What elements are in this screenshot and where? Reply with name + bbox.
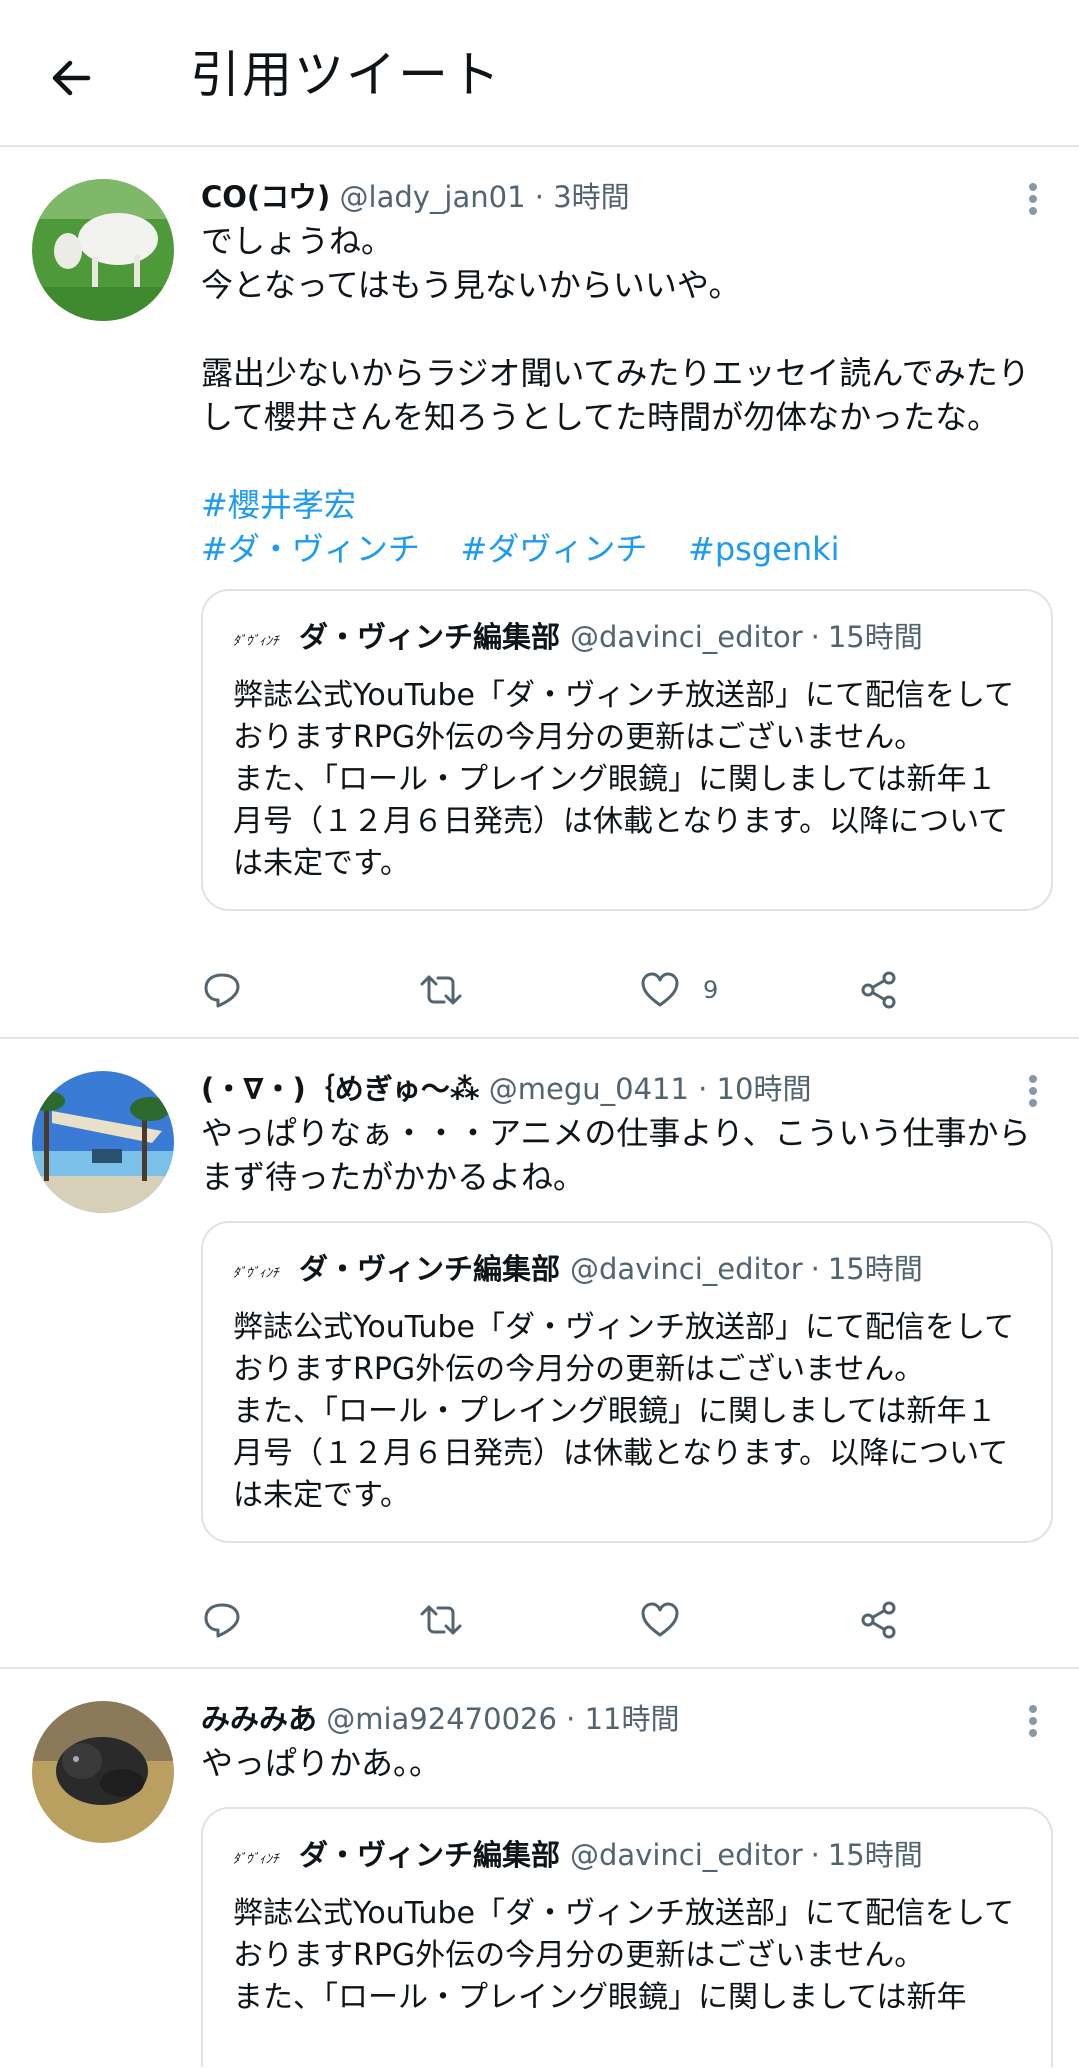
- heart-icon: [641, 1602, 679, 1637]
- quoted-display-name: ダ・ヴィンチ編集部: [299, 1838, 561, 1872]
- tweet-3[interactable]: みみみあ @mia92470026 · 11時間 やっぱりかあ。。 ﾀﾞｳﾞｨﾝ…: [0, 1669, 1079, 2069]
- svg-text:ﾀﾞｳﾞｨﾝﾁ: ﾀﾞｳﾞｨﾝﾁ: [233, 633, 280, 649]
- tweet-2[interactable]: (・∇・)｛めぎゅ〜⁂ @megu_0411 · 10時間 やっぱりなぁ・・・ア…: [0, 1039, 1079, 1669]
- separator-dot: ·: [698, 1072, 708, 1106]
- display-name[interactable]: みみみあ: [201, 1702, 317, 1736]
- quoted-display-name: ダ・ヴィンチ編集部: [299, 1252, 561, 1286]
- retweet-icon: [420, 975, 462, 1005]
- heart-icon: [641, 972, 679, 1007]
- separator-dot: ·: [810, 1252, 820, 1286]
- timestamp[interactable]: 10時間: [717, 1072, 812, 1106]
- tweet-meta: みみみあ @mia92470026 · 11時間: [201, 1699, 1053, 1739]
- handle[interactable]: @mia92470026: [326, 1702, 557, 1736]
- avatar[interactable]: [32, 1701, 174, 1843]
- separator-dot: ·: [810, 1838, 820, 1872]
- tweet-meta: CO(コウ) @lady_jan01 · 3時間: [201, 177, 1053, 217]
- quoted-timestamp: 15時間: [827, 1252, 923, 1286]
- display-name[interactable]: (・∇・)｛めぎゅ〜⁂: [201, 1072, 480, 1106]
- quoted-tweet[interactable]: ﾀﾞｳﾞｨﾝﾁ ダ・ヴィンチ編集部 @davinci_editor · 15時間…: [201, 1807, 1053, 2067]
- timestamp[interactable]: 3時間: [553, 180, 629, 214]
- quoted-meta: ﾀﾞｳﾞｨﾝﾁ ダ・ヴィンチ編集部 @davinci_editor · 15時間: [233, 1835, 1021, 1875]
- handle[interactable]: @lady_jan01: [340, 180, 526, 214]
- quoted-text: 弊誌公式YouTube「ダ・ヴィンチ放送部」にて配信をしておりますRPG外伝の今…: [233, 1310, 1015, 1513]
- more-options-icon[interactable]: [1027, 1075, 1039, 1111]
- top-bar: 引用ツイート: [0, 0, 1079, 147]
- like-button[interactable]: 9: [639, 967, 718, 1013]
- reply-button[interactable]: [201, 967, 243, 1013]
- separator-dot: ·: [566, 1702, 576, 1736]
- quoted-handle: @davinci_editor: [570, 1252, 803, 1286]
- davinci-logo-icon: ﾀﾞｳﾞｨﾝﾁ: [233, 1841, 289, 1869]
- share-icon: [861, 1601, 896, 1639]
- handle[interactable]: @megu_0411: [489, 1072, 689, 1106]
- hashtags: #櫻井孝宏 #ダ・ヴィンチ #ダヴィンチ #psgenki: [201, 483, 1053, 571]
- like-count: 9: [703, 976, 719, 1004]
- display-name[interactable]: CO(コウ): [201, 180, 330, 214]
- quoted-timestamp: 15時間: [827, 620, 923, 654]
- back-arrow-icon[interactable]: [44, 50, 100, 106]
- quoted-meta: ﾀﾞｳﾞｨﾝﾁ ダ・ヴィンチ編集部 @davinci_editor · 15時間: [233, 617, 1021, 657]
- hashtag-link[interactable]: #ダ・ヴィンチ: [201, 530, 420, 568]
- like-button[interactable]: [639, 1597, 681, 1643]
- svg-text:ﾀﾞｳﾞｨﾝﾁ: ﾀﾞｳﾞｨﾝﾁ: [233, 1851, 280, 1867]
- share-icon: [861, 971, 896, 1009]
- reply-icon: [204, 1603, 240, 1638]
- tweet-actions: [201, 1597, 921, 1643]
- quoted-handle: @davinci_editor: [570, 1838, 803, 1872]
- share-button[interactable]: [858, 967, 900, 1013]
- hashtag-link[interactable]: #ダヴィンチ: [461, 530, 648, 568]
- quoted-timestamp: 15時間: [827, 1838, 923, 1872]
- retweet-icon: [420, 1605, 462, 1635]
- quoted-tweet[interactable]: ﾀﾞｳﾞｨﾝﾁ ダ・ヴィンチ編集部 @davinci_editor · 15時間…: [201, 589, 1053, 911]
- retweet-button[interactable]: [420, 1597, 462, 1643]
- tweet-text: やっぱりかあ。。: [201, 1744, 442, 1782]
- share-button[interactable]: [858, 1597, 900, 1643]
- reply-button[interactable]: [201, 1597, 243, 1643]
- tweet-text: やっぱりなぁ・・・アニメの仕事より、こういう仕事からまず待ったがかかるよね。: [201, 1114, 1031, 1196]
- quoted-text: 弊誌公式YouTube「ダ・ヴィンチ放送部」にて配信をしておりますRPG外伝の今…: [233, 1896, 1015, 2015]
- page-title: 引用ツイート: [190, 46, 502, 104]
- hashtag-link[interactable]: #櫻井孝宏: [201, 486, 356, 524]
- quoted-text: 弊誌公式YouTube「ダ・ヴィンチ放送部」にて配信をしておりますRPG外伝の今…: [233, 678, 1015, 881]
- svg-text:ﾀﾞｳﾞｨﾝﾁ: ﾀﾞｳﾞｨﾝﾁ: [233, 1265, 280, 1281]
- quoted-meta: ﾀﾞｳﾞｨﾝﾁ ダ・ヴィンチ編集部 @davinci_editor · 15時間: [233, 1249, 1021, 1289]
- retweet-button[interactable]: [420, 967, 462, 1013]
- avatar[interactable]: [32, 179, 174, 321]
- reply-icon: [204, 973, 240, 1008]
- tweet-actions: 9: [201, 967, 921, 1013]
- avatar[interactable]: [32, 1071, 174, 1213]
- separator-dot: ·: [534, 180, 544, 214]
- more-options-icon[interactable]: [1027, 1705, 1039, 1741]
- davinci-logo-icon: ﾀﾞｳﾞｨﾝﾁ: [233, 1255, 289, 1283]
- timestamp[interactable]: 11時間: [585, 1702, 680, 1736]
- tweet-text: でしょうね。 今となってはもう見ないからいいや。 露出少ないからラジオ聞いてみた…: [201, 222, 1030, 436]
- hashtag-link[interactable]: #psgenki: [688, 530, 840, 568]
- quoted-handle: @davinci_editor: [570, 620, 803, 654]
- quoted-tweet[interactable]: ﾀﾞｳﾞｨﾝﾁ ダ・ヴィンチ編集部 @davinci_editor · 15時間…: [201, 1221, 1053, 1543]
- davinci-logo-icon: ﾀﾞｳﾞｨﾝﾁ: [233, 623, 289, 651]
- tweet-1[interactable]: CO(コウ) @lady_jan01 · 3時間 でしょうね。 今となってはもう…: [0, 147, 1079, 1039]
- separator-dot: ·: [810, 620, 820, 654]
- tweet-meta: (・∇・)｛めぎゅ〜⁂ @megu_0411 · 10時間: [201, 1069, 1053, 1109]
- quoted-display-name: ダ・ヴィンチ編集部: [299, 620, 561, 654]
- more-options-icon[interactable]: [1027, 183, 1039, 219]
